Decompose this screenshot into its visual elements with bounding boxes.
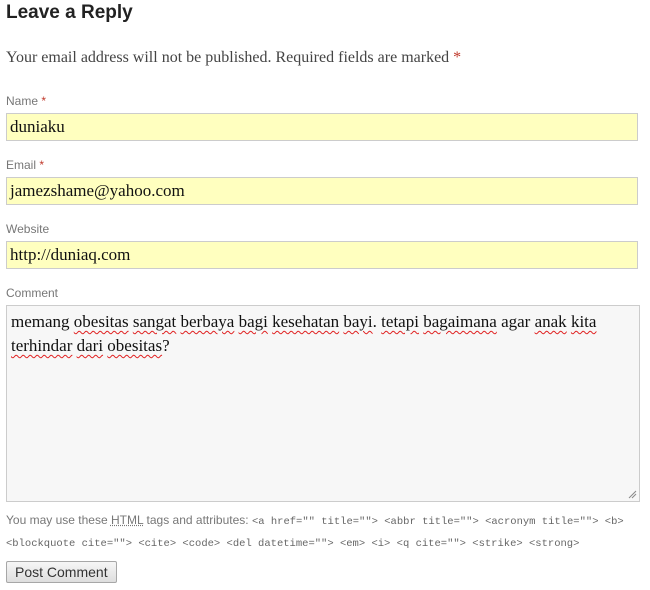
comment-word-misspelled: obesitas [107, 336, 163, 355]
comment-punct: ? [162, 336, 170, 355]
comment-word: agar [496, 312, 535, 331]
comment-word-misspelled: obesitas [73, 312, 129, 331]
email-required-marker: * [39, 158, 45, 172]
email-label: Email * [6, 158, 44, 172]
comment-word-misspelled: sangat [132, 312, 177, 331]
comment-word-misspelled: kita [570, 312, 597, 331]
resize-grip-icon[interactable] [628, 490, 637, 499]
post-comment-button[interactable]: Post Comment [6, 561, 117, 583]
required-marker: * [453, 49, 462, 66]
comment-punct: . [372, 312, 382, 331]
allowed-tags-intro-rest: tags and attributes: [143, 513, 252, 527]
form-allowed-tags: You may use these HTML tags and attribut… [6, 510, 646, 554]
name-required-marker: * [41, 94, 47, 108]
comment-word-misspelled: bayi [343, 312, 373, 331]
comment-notes: Your email address will not be published… [6, 49, 461, 67]
comment-word-misspelled: kesehatan [272, 312, 340, 331]
email-label-text: Email [6, 158, 37, 172]
comment-word-misspelled: bagaimana [423, 312, 497, 331]
comment-label: Comment [6, 286, 59, 300]
comment-word: memang [11, 312, 70, 331]
allowed-tags-intro: You may use these [6, 513, 111, 527]
name-field[interactable]: duniaku [6, 113, 638, 141]
comment-textarea[interactable]: memang obesitas sangat berbaya bagi kese… [6, 305, 640, 502]
comment-word-misspelled: terhindar [11, 336, 73, 355]
email-field[interactable]: jamezshame@yahoo.com [6, 177, 638, 205]
html-abbr: HTML [110, 513, 144, 527]
comment-word-misspelled: tetapi [381, 312, 419, 331]
comment-word-misspelled: bagi [238, 312, 268, 331]
comment-notes-text: Your email address will not be published… [6, 49, 450, 66]
comment-word-misspelled: dari [76, 336, 104, 355]
comment-word-misspelled: anak [534, 312, 567, 331]
name-label-text: Name [6, 94, 39, 108]
website-field[interactable]: http://duniaq.com [6, 241, 638, 269]
comment-word-misspelled: berbaya [180, 312, 235, 331]
website-label: Website [6, 222, 50, 236]
reply-title: Leave a Reply [6, 2, 133, 23]
name-label: Name * [6, 94, 46, 108]
